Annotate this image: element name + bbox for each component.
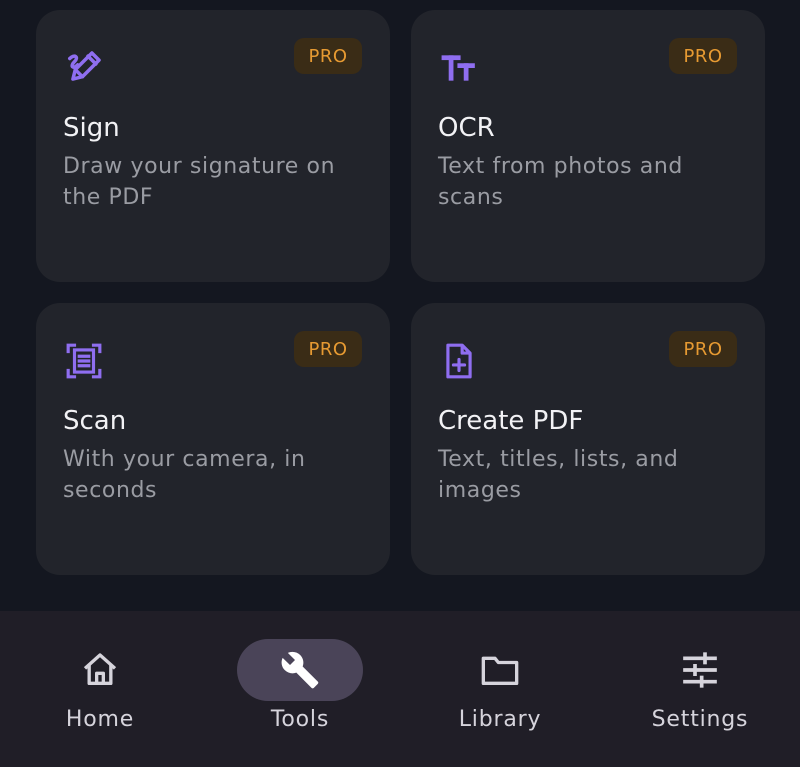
tools-grid: PRO Sign Draw your signature on the PDF … bbox=[36, 10, 765, 575]
tool-title: Scan bbox=[63, 406, 127, 436]
nav-item-tools[interactable]: Tools bbox=[200, 611, 400, 767]
tool-card-ocr[interactable]: PRO OCR Text from photos and scans bbox=[411, 10, 765, 282]
text-size-icon bbox=[439, 48, 479, 88]
tool-title: OCR bbox=[438, 113, 495, 143]
tool-card-scan[interactable]: PRO Scan With your camera, in seconds bbox=[36, 303, 390, 575]
pro-badge: PRO bbox=[294, 38, 362, 74]
nav-item-settings[interactable]: Settings bbox=[600, 611, 800, 767]
signature-pen-icon bbox=[64, 48, 104, 88]
tool-description: Text from photos and scans bbox=[438, 154, 683, 210]
tool-description: Text, titles, lists, and images bbox=[438, 447, 679, 503]
nav-label: Settings bbox=[651, 707, 749, 732]
pro-badge: PRO bbox=[669, 38, 737, 74]
tool-description: With your camera, in seconds bbox=[63, 447, 306, 503]
nav-item-library[interactable]: Library bbox=[400, 611, 600, 767]
tool-title: Create PDF bbox=[438, 406, 584, 436]
nav-item-home[interactable]: Home bbox=[0, 611, 200, 767]
tool-title: Sign bbox=[63, 113, 120, 143]
home-icon bbox=[37, 639, 163, 701]
folder-icon bbox=[437, 639, 563, 701]
tool-description: Draw your signature on the PDF bbox=[63, 154, 336, 210]
tool-card-create-pdf[interactable]: PRO Create PDF Text, titles, lists, and … bbox=[411, 303, 765, 575]
pro-badge: PRO bbox=[669, 331, 737, 367]
bottom-navigation: Home Tools Library Settings bbox=[0, 611, 800, 767]
nav-label: Tools bbox=[270, 707, 330, 732]
pro-badge: PRO bbox=[294, 331, 362, 367]
tool-card-sign[interactable]: PRO Sign Draw your signature on the PDF bbox=[36, 10, 390, 282]
document-scanner-icon bbox=[64, 341, 104, 381]
note-add-icon bbox=[439, 341, 479, 381]
nav-label: Library bbox=[458, 707, 542, 732]
nav-label: Home bbox=[65, 707, 135, 732]
sliders-icon bbox=[637, 639, 763, 701]
wrench-icon bbox=[237, 639, 363, 701]
